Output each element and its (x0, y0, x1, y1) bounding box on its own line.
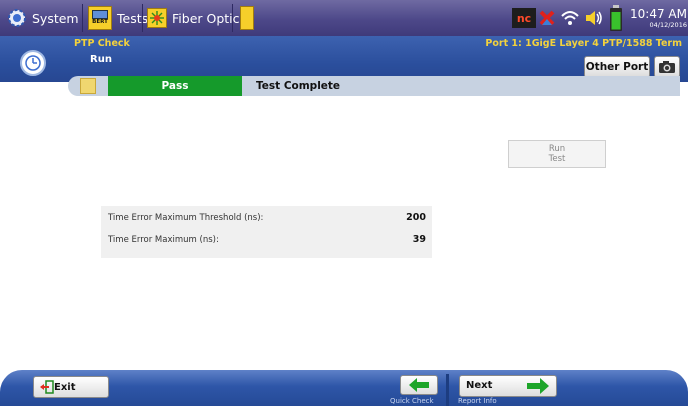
wifi-icon[interactable] (560, 9, 580, 27)
topbar-divider (142, 4, 143, 32)
run-test-button[interactable]: Run Test (508, 140, 606, 168)
next-arrow-icon (526, 378, 550, 398)
clock-time: 10:47 AM (630, 7, 687, 21)
clock-date: 04/12/2016 (649, 21, 687, 29)
folder-menu[interactable] (240, 0, 254, 36)
result-value: 39 (412, 234, 426, 245)
system-top-bar: System BERT Tests Fiber Optics nc 10:47 … (0, 0, 688, 36)
bert-icon: BERT (88, 6, 112, 30)
camera-icon (659, 61, 675, 73)
run-button[interactable] (20, 50, 46, 76)
run-test-line1: Run (548, 144, 566, 154)
quick-check-button[interactable] (400, 375, 438, 395)
result-row: Time Error Maximum (ns): 39 (101, 231, 432, 251)
topbar-divider (232, 4, 233, 32)
bottom-divider (446, 374, 449, 406)
battery-icon (610, 5, 622, 31)
run-label: Run (90, 54, 112, 65)
gear-icon (6, 7, 28, 29)
test-status-message: Test Complete (256, 80, 341, 92)
result-row: Time Error Maximum Threshold (ns): 200 (101, 209, 432, 229)
results-panel: Time Error Maximum Threshold (ns): 200 T… (101, 206, 432, 258)
dial-icon (25, 55, 41, 71)
system-label: System (32, 10, 79, 26)
other-port-button[interactable]: Other Port (584, 56, 650, 78)
exit-icon (40, 380, 54, 397)
run-test-line2: Test (548, 154, 566, 164)
nc-icon[interactable]: nc (512, 8, 536, 28)
x-icon (538, 9, 556, 27)
report-info-label: Report Info (458, 397, 497, 405)
bert-badge: BERT (92, 19, 108, 25)
status-icons: nc 10:47 AM 04/12/2016 (512, 0, 687, 36)
topbar-divider (82, 4, 83, 32)
status-indicator (80, 78, 96, 94)
next-button[interactable]: Next (459, 375, 557, 397)
result-label: Time Error Maximum Threshold (ns): (108, 213, 264, 223)
test-title: PTP Check (74, 38, 130, 49)
system-menu[interactable]: System (6, 0, 79, 36)
fiber-optics-label: Fiber Optics (172, 10, 247, 26)
back-arrow-icon (409, 378, 429, 392)
result-label: Time Error Maximum (ns): (108, 235, 219, 245)
tests-label: Tests (117, 10, 149, 26)
result-value: 200 (406, 212, 426, 223)
port-info: Port 1: 1GigE Layer 4 PTP/1588 Term (485, 38, 682, 49)
screenshot-button[interactable] (654, 56, 680, 78)
laser-icon (147, 8, 167, 28)
speaker-icon[interactable] (584, 9, 604, 27)
folder-icon (240, 6, 254, 30)
clock-icon: 10:47 AM 04/12/2016 (630, 7, 687, 29)
pass-badge: Pass (108, 76, 242, 96)
quick-check-label: Quick Check (390, 397, 434, 405)
exit-label: Exit (54, 381, 76, 393)
exit-button[interactable]: Exit (33, 376, 109, 398)
tests-menu[interactable]: BERT Tests (88, 0, 148, 36)
next-label: Next (466, 380, 493, 391)
